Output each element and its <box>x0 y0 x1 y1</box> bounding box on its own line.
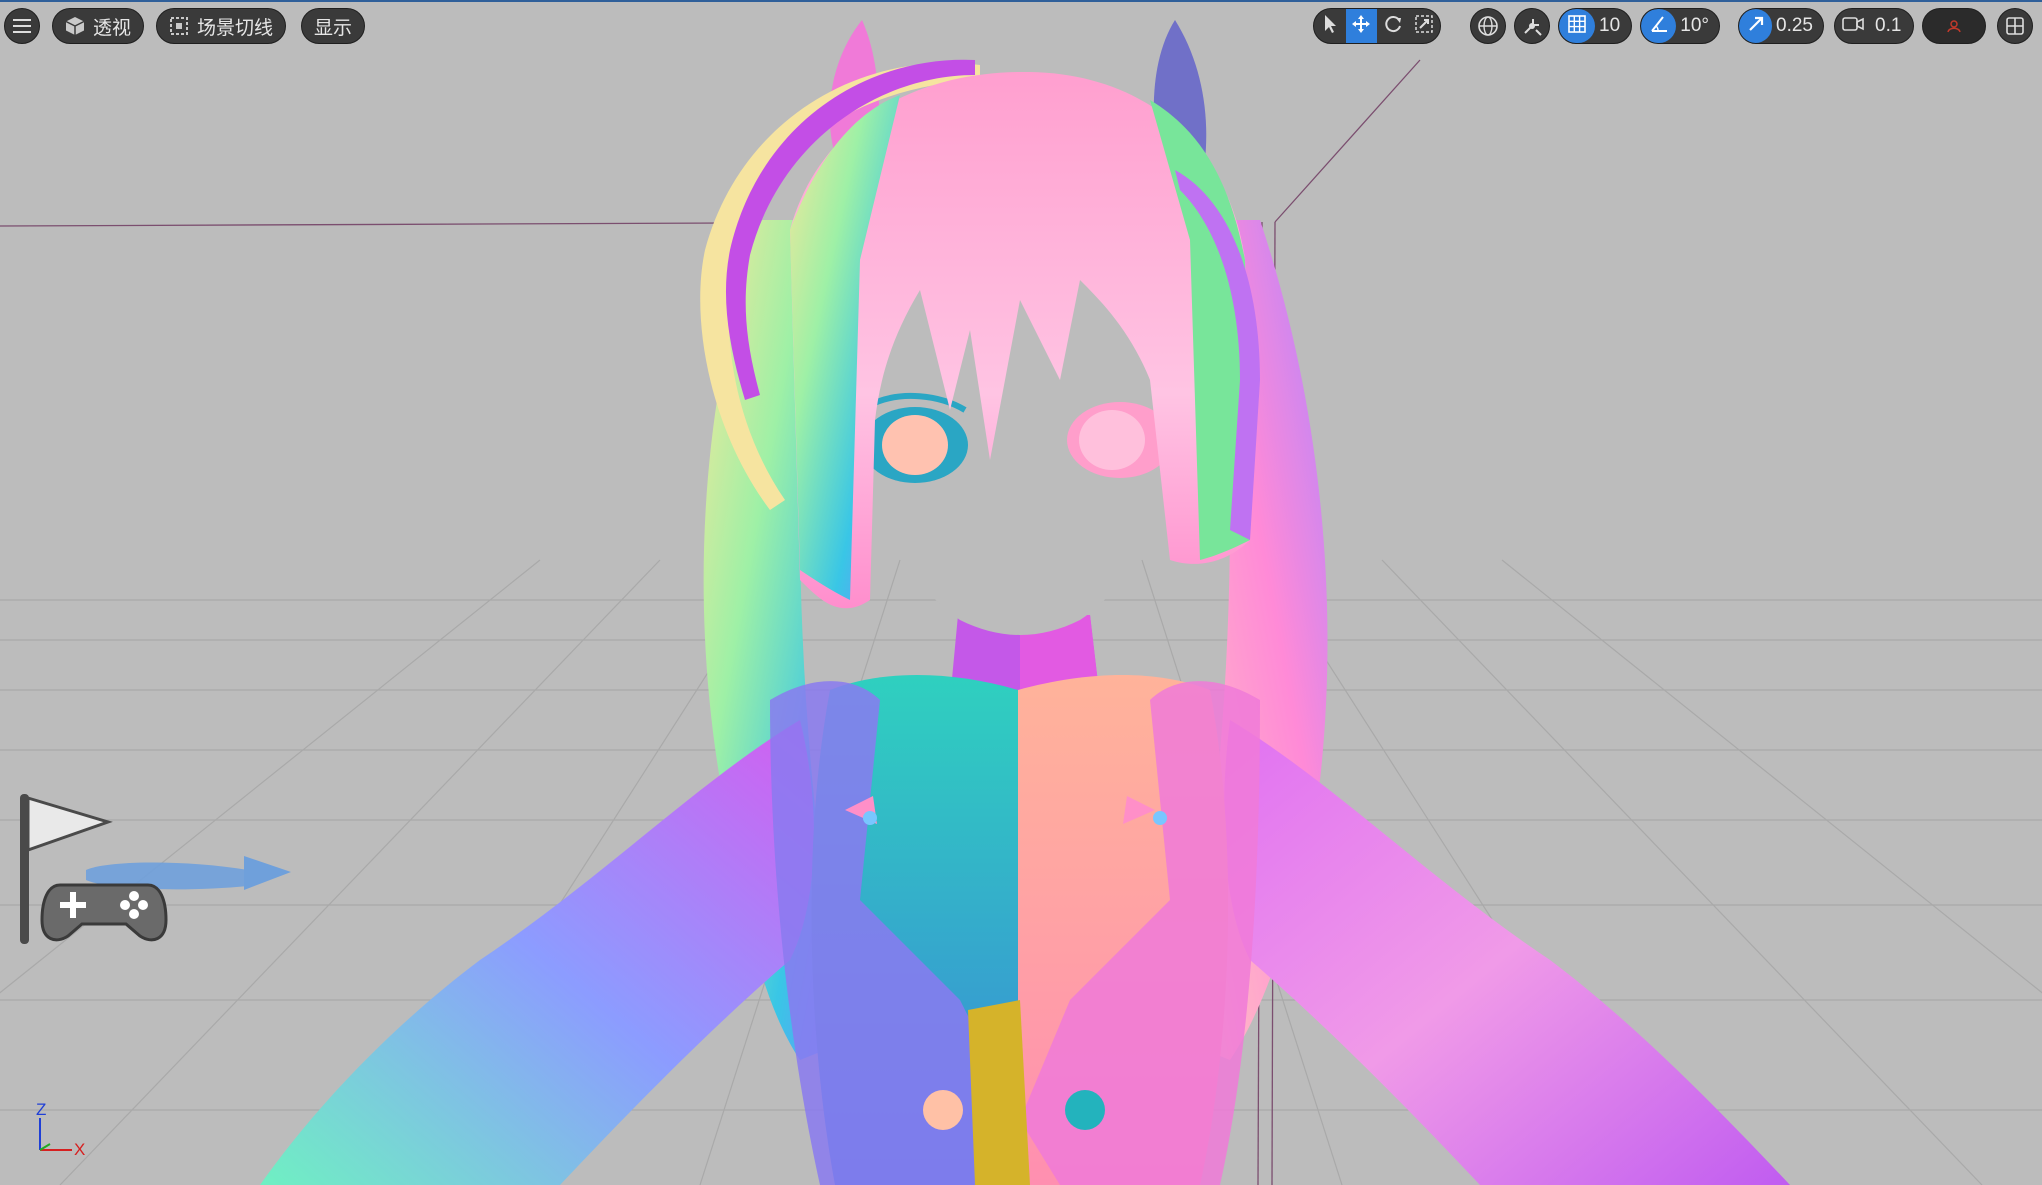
angle-icon <box>1649 14 1669 39</box>
player-start-flag-icon <box>20 794 291 944</box>
cube-icon <box>65 16 85 36</box>
transform-tool-group <box>1313 8 1441 44</box>
angle-snap-button[interactable] <box>1641 9 1677 43</box>
grid-snap-value[interactable]: 10 <box>1595 15 1630 37</box>
surface-snap-icon <box>1521 15 1543 37</box>
scale-icon <box>1414 14 1434 39</box>
perspective-button[interactable]: 透视 <box>52 8 145 44</box>
maximize-viewport-button[interactable] <box>1922 8 1986 44</box>
3d-viewport[interactable]: 透视 场景切线 显示 10 10° 0.25 0.1 Z X <box>0 0 2042 1185</box>
perspective-label: 透视 <box>93 17 132 39</box>
dotted-square-icon <box>169 16 189 36</box>
scale-tool-button[interactable] <box>1409 9 1441 43</box>
select-tool-button[interactable] <box>1314 9 1346 43</box>
grid-icon <box>1567 14 1587 39</box>
move-tool-button[interactable] <box>1345 9 1377 43</box>
scene-cut-label: 场景切线 <box>197 17 274 39</box>
menu-button[interactable] <box>4 8 40 44</box>
window-top-border <box>0 0 2042 2</box>
globe-icon <box>1477 15 1499 37</box>
scale-snap-button[interactable] <box>1739 9 1773 43</box>
grid-snap-button[interactable] <box>1559 9 1595 43</box>
display-label: 显示 <box>314 17 353 39</box>
cursor-arrow-icon <box>1322 14 1338 39</box>
angle-snap-group: 10° <box>1640 8 1720 44</box>
rotate-tool-button[interactable] <box>1377 9 1409 43</box>
video-camera-icon <box>1842 16 1864 37</box>
scene-render <box>0 20 2042 1185</box>
hamburger-icon <box>13 19 31 33</box>
scale-arrow-icon <box>1746 14 1766 39</box>
viewport-layout-button[interactable] <box>1997 8 2033 44</box>
player-start-actor[interactable] <box>8 790 298 950</box>
scale-snap-group: 0.25 <box>1738 8 1824 44</box>
display-button[interactable]: 显示 <box>301 8 366 44</box>
user-avatar-icon <box>1945 19 1963 33</box>
camera-speed-button[interactable] <box>1835 9 1871 43</box>
move-arrows-icon <box>1351 14 1371 39</box>
grid-snap-group: 10 <box>1558 8 1632 44</box>
camera-speed-value[interactable]: 0.1 <box>1871 15 1911 37</box>
z-axis-label: Z <box>36 1100 47 1119</box>
angle-snap-value[interactable]: 10° <box>1676 15 1719 37</box>
surface-snap-toggle[interactable] <box>1514 8 1550 44</box>
x-axis-label: X <box>74 1140 86 1159</box>
world-local-toggle[interactable] <box>1470 8 1506 44</box>
rotate-icon <box>1383 14 1403 39</box>
axis-gizmo: Z X <box>28 1100 98 1170</box>
scene-cut-button[interactable]: 场景切线 <box>156 8 287 44</box>
camera-speed-group: 0.1 <box>1834 8 1914 44</box>
scale-snap-value[interactable]: 0.25 <box>1772 15 1823 37</box>
layout-grid-icon <box>2005 16 2025 36</box>
